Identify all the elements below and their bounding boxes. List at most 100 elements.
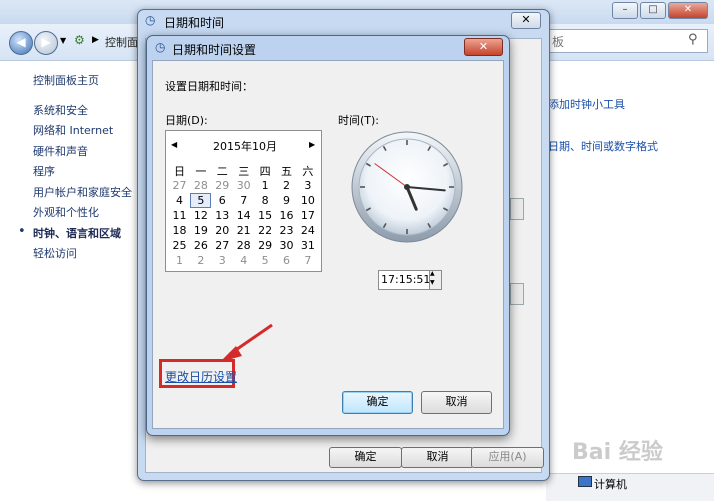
prev-month-icon[interactable]: ◀ (171, 140, 177, 149)
date-label: 日期(D): (165, 114, 208, 127)
calendar-day[interactable]: 3 (297, 178, 318, 193)
calendar-day[interactable]: 19 (190, 223, 211, 238)
settings-ok-button[interactable]: 确定 (342, 391, 413, 414)
breadcrumb-chevron-icon[interactable]: ▶ (92, 35, 99, 45)
sidebar-item-hardware[interactable]: 硬件和声音 (33, 143, 88, 159)
calendar-day[interactable]: 31 (297, 238, 318, 253)
ok-button[interactable]: 确定 (329, 447, 402, 468)
calendar-day[interactable]: 29 (255, 238, 276, 253)
spin-up-icon[interactable]: ▲ (430, 270, 435, 277)
calendar-day[interactable]: 4 (169, 193, 190, 208)
sidebar-item-system-security[interactable]: 系统和安全 (33, 102, 88, 118)
calendar-day[interactable]: 6 (276, 253, 297, 268)
dialog-title: 日期和时间 (164, 16, 225, 30)
calendar-day[interactable]: 26 (190, 238, 211, 253)
computer-label: 计算机 (594, 478, 627, 491)
date-format-link[interactable]: 日期、时间或数字格式 (548, 138, 658, 154)
search-text: 板 (552, 35, 565, 49)
search-input[interactable] (548, 29, 708, 53)
spin-down-icon[interactable]: ▼ (430, 279, 435, 286)
status-bar (546, 473, 714, 501)
time-label: 时间(T): (338, 114, 380, 127)
clock-app-icon: ◷ (145, 13, 156, 27)
calendar-day[interactable]: 5 (255, 253, 276, 268)
calendar-day[interactable]: 13 (212, 208, 233, 223)
calendar-day[interactable]: 16 (276, 208, 297, 223)
calendar-day[interactable]: 28 (233, 238, 254, 253)
calendar-day[interactable]: 4 (233, 253, 254, 268)
sidebar-item-clock-region[interactable]: 时钟、语言和区域 (33, 225, 121, 241)
watermark: Bai 经验 (572, 440, 663, 465)
change-timezone-button[interactable] (510, 198, 524, 220)
next-month-icon[interactable]: ▶ (309, 140, 315, 149)
calendar-day[interactable]: 5 (190, 193, 212, 208)
calendar-day[interactable]: 25 (169, 238, 190, 253)
control-panel-icon: ⚙ (74, 33, 85, 47)
calendar-day[interactable]: 2 (276, 178, 297, 193)
weekday-header: 四 (259, 165, 271, 178)
calendar-day[interactable]: 29 (212, 178, 233, 193)
calendar-day[interactable]: 10 (297, 193, 318, 208)
settings-clock-icon: ◷ (155, 40, 166, 54)
maximize-button[interactable]: □ (640, 2, 666, 19)
weekday-header: 三 (238, 165, 250, 178)
time-value: 17:15:51 (381, 273, 431, 286)
calendar-day[interactable]: 21 (233, 223, 254, 238)
calendar-day[interactable]: 1 (255, 178, 276, 193)
sidebar-item-home[interactable]: 控制面板主页 (33, 72, 99, 88)
calendar-day[interactable]: 22 (255, 223, 276, 238)
dialog-close-button[interactable]: ✕ (511, 12, 541, 29)
weekday-header: 一 (195, 165, 207, 178)
calendar-day[interactable]: 8 (255, 193, 276, 208)
calendar-day[interactable]: 11 (169, 208, 190, 223)
calendar-day[interactable]: 7 (297, 253, 318, 268)
calendar-day[interactable]: 6 (212, 193, 233, 208)
sidebar-item-user-accounts[interactable]: 用户帐户和家庭安全 (33, 184, 132, 200)
settings-heading: 设置日期和时间： (165, 80, 253, 93)
close-button[interactable]: ✕ (668, 2, 708, 19)
settings-cancel-button[interactable]: 取消 (421, 391, 492, 414)
calendar-month-title[interactable]: 2015年10月 (213, 138, 277, 154)
search-icon[interactable]: ⚲ (688, 32, 698, 47)
calendar-day[interactable]: 15 (255, 208, 276, 223)
minimize-button[interactable]: – (612, 2, 638, 19)
weekday-header: 日 (174, 165, 185, 178)
weekday-header: 五 (281, 165, 292, 178)
calendar-day[interactable]: 1 (169, 253, 190, 268)
calendar-day[interactable]: 17 (297, 208, 318, 223)
weekday-header: 六 (302, 165, 314, 178)
calendar-day[interactable]: 14 (233, 208, 254, 223)
recent-pages-icon[interactable]: ▼ (60, 36, 66, 45)
add-clock-gadget-link[interactable]: 添加时钟小工具 (548, 96, 625, 112)
calendar-day[interactable]: 18 (169, 223, 190, 238)
sidebar-item-programs[interactable]: 程序 (33, 163, 55, 179)
sidebar-item-appearance[interactable]: 外观和个性化 (33, 204, 99, 220)
calendar-day[interactable]: 30 (276, 238, 297, 253)
analog-clock (351, 131, 463, 243)
calendar-day[interactable]: 27 (169, 178, 190, 193)
sidebar-item-ease-of-access[interactable]: 轻松访问 (33, 245, 77, 261)
back-icon[interactable]: ◀ (9, 31, 33, 55)
calendar-day[interactable]: 3 (212, 253, 233, 268)
forward-icon[interactable]: ▶ (34, 31, 58, 55)
settings-dialog-title: 日期和时间设置 (172, 43, 257, 57)
address-bar[interactable]: 控制面 (105, 34, 138, 50)
change-date-button[interactable] (510, 283, 524, 305)
calendar-day[interactable]: 23 (276, 223, 297, 238)
calendar-day[interactable]: 27 (212, 238, 233, 253)
calendar-day[interactable]: 28 (190, 178, 211, 193)
sidebar-item-network[interactable]: 网络和 Internet (33, 122, 113, 138)
computer-icon (578, 476, 592, 487)
calendar-day[interactable]: 24 (297, 223, 318, 238)
calendar-day[interactable]: 20 (212, 223, 233, 238)
change-calendar-settings-link[interactable]: 更改日历设置 (165, 368, 237, 385)
weekday-header: 二 (216, 165, 228, 178)
settings-close-button[interactable]: ✕ (464, 38, 503, 56)
calendar-day[interactable]: 30 (233, 178, 254, 193)
calendar-day[interactable]: 7 (233, 193, 254, 208)
calendar-day[interactable]: 2 (190, 253, 211, 268)
calendar-day[interactable]: 12 (190, 208, 211, 223)
cancel-button[interactable]: 取消 (401, 447, 474, 468)
calendar-day[interactable]: 9 (276, 193, 297, 208)
apply-button[interactable]: 应用(A) (471, 447, 544, 468)
